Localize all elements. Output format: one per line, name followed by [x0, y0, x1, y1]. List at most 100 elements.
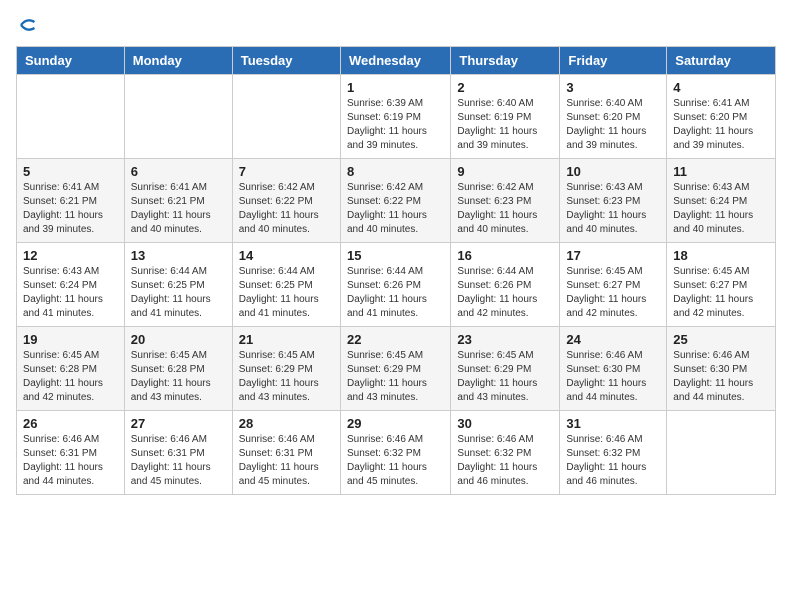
- day-info: Sunrise: 6:46 AM Sunset: 6:30 PM Dayligh…: [566, 349, 660, 405]
- day-info: Sunrise: 6:45 AM Sunset: 6:29 PM Dayligh…: [239, 349, 334, 405]
- day-info: Sunrise: 6:45 AM Sunset: 6:28 PM Dayligh…: [131, 349, 226, 405]
- logo: [16, 16, 36, 34]
- day-number: 3: [566, 80, 660, 95]
- calendar-cell: 23Sunrise: 6:45 AM Sunset: 6:29 PM Dayli…: [451, 327, 560, 411]
- calendar-day-header: Monday: [124, 47, 232, 75]
- calendar-cell: 3 Sunrise: 6:40 AM Sunset: 6:20 PM Daylig…: [560, 75, 667, 159]
- calendar-cell: 21 Sunrise: 6:45 AM Sunset: 6:29 PM Dayli…: [232, 327, 340, 411]
- day-info: Sunrise: 6:46 AM Sunset: 6:32 PM Dayligh…: [566, 433, 660, 489]
- day-info: Sunrise: 6:42 AM Sunset: 6:22 PM Dayligh…: [347, 181, 444, 237]
- calendar-cell: [232, 75, 340, 159]
- page-header: [16, 16, 776, 34]
- day-number: 12: [23, 248, 118, 263]
- calendar-day-header: Saturday: [667, 47, 776, 75]
- calendar-cell: 17 Sunrise: 6:45 AM Sunset: 6:27 PM Dayli…: [560, 243, 667, 327]
- calendar-cell: 1 Sunrise: 6:39 AM Sunset: 6:19 PM Daylig…: [340, 75, 450, 159]
- day-number: 22: [347, 332, 444, 347]
- calendar-cell: 31 Sunrise: 6:46 AM Sunset: 6:32 PM Dayli…: [560, 411, 667, 495]
- calendar-cell: 13 Sunrise: 6:44 AM Sunset: 6:25 PM Dayli…: [124, 243, 232, 327]
- logo-icon: [18, 16, 36, 34]
- day-info: Sunrise: 6:46 AM Sunset: 6:31 PM Dayligh…: [23, 433, 118, 489]
- calendar-header-row: SundayMondayTuesdayWednesdayThursdayFrid…: [17, 47, 776, 75]
- day-number: 21: [239, 332, 334, 347]
- calendar-day-header: Friday: [560, 47, 667, 75]
- calendar-cell: 2 Sunrise: 6:40 AM Sunset: 6:19 PM Daylig…: [451, 75, 560, 159]
- calendar-cell: 5Sunrise: 6:41 AM Sunset: 6:21 PM Daylig…: [17, 159, 125, 243]
- day-info: Sunrise: 6:43 AM Sunset: 6:23 PM Dayligh…: [566, 181, 660, 237]
- day-number: 24: [566, 332, 660, 347]
- day-number: 11: [673, 164, 769, 179]
- day-info: Sunrise: 6:41 AM Sunset: 6:21 PM Dayligh…: [131, 181, 226, 237]
- day-number: 25: [673, 332, 769, 347]
- calendar-week-row: 5Sunrise: 6:41 AM Sunset: 6:21 PM Daylig…: [17, 159, 776, 243]
- calendar-cell: 29Sunrise: 6:46 AM Sunset: 6:32 PM Dayli…: [340, 411, 450, 495]
- calendar-week-row: 26 Sunrise: 6:46 AM Sunset: 6:31 PM Dayli…: [17, 411, 776, 495]
- day-info: Sunrise: 6:44 AM Sunset: 6:26 PM Dayligh…: [457, 265, 553, 321]
- day-info: Sunrise: 6:39 AM Sunset: 6:19 PM Dayligh…: [347, 97, 444, 153]
- day-number: 28: [239, 416, 334, 431]
- calendar-cell: 4Sunrise: 6:41 AM Sunset: 6:20 PM Daylig…: [667, 75, 776, 159]
- day-number: 23: [457, 332, 553, 347]
- day-info: Sunrise: 6:44 AM Sunset: 6:25 PM Dayligh…: [239, 265, 334, 321]
- day-info: Sunrise: 6:45 AM Sunset: 6:29 PM Dayligh…: [347, 349, 444, 405]
- day-number: 2: [457, 80, 553, 95]
- day-info: Sunrise: 6:44 AM Sunset: 6:25 PM Dayligh…: [131, 265, 226, 321]
- calendar-cell: 28 Sunrise: 6:46 AM Sunset: 6:31 PM Dayli…: [232, 411, 340, 495]
- day-info: Sunrise: 6:42 AM Sunset: 6:23 PM Dayligh…: [457, 181, 553, 237]
- day-info: Sunrise: 6:40 AM Sunset: 6:19 PM Dayligh…: [457, 97, 553, 153]
- calendar-cell: 25 Sunrise: 6:46 AM Sunset: 6:30 PM Dayli…: [667, 327, 776, 411]
- day-info: Sunrise: 6:43 AM Sunset: 6:24 PM Dayligh…: [673, 181, 769, 237]
- calendar-cell: 11 Sunrise: 6:43 AM Sunset: 6:24 PM Dayli…: [667, 159, 776, 243]
- day-info: Sunrise: 6:46 AM Sunset: 6:31 PM Dayligh…: [131, 433, 226, 489]
- calendar-cell: 26 Sunrise: 6:46 AM Sunset: 6:31 PM Dayli…: [17, 411, 125, 495]
- calendar-table: SundayMondayTuesdayWednesdayThursdayFrid…: [16, 46, 776, 495]
- calendar-cell: [667, 411, 776, 495]
- day-number: 1: [347, 80, 444, 95]
- day-info: Sunrise: 6:44 AM Sunset: 6:26 PM Dayligh…: [347, 265, 444, 321]
- calendar-cell: 16 Sunrise: 6:44 AM Sunset: 6:26 PM Dayli…: [451, 243, 560, 327]
- day-info: Sunrise: 6:45 AM Sunset: 6:28 PM Dayligh…: [23, 349, 118, 405]
- day-number: 17: [566, 248, 660, 263]
- day-number: 19: [23, 332, 118, 347]
- day-info: Sunrise: 6:46 AM Sunset: 6:31 PM Dayligh…: [239, 433, 334, 489]
- calendar-day-header: Sunday: [17, 47, 125, 75]
- calendar-day-header: Tuesday: [232, 47, 340, 75]
- day-info: Sunrise: 6:40 AM Sunset: 6:20 PM Dayligh…: [566, 97, 660, 153]
- calendar-cell: [17, 75, 125, 159]
- day-number: 13: [131, 248, 226, 263]
- day-number: 27: [131, 416, 226, 431]
- day-info: Sunrise: 6:46 AM Sunset: 6:30 PM Dayligh…: [673, 349, 769, 405]
- calendar-cell: 19 Sunrise: 6:45 AM Sunset: 6:28 PM Dayli…: [17, 327, 125, 411]
- calendar-week-row: 12 Sunrise: 6:43 AM Sunset: 6:24 PM Dayli…: [17, 243, 776, 327]
- calendar-cell: [124, 75, 232, 159]
- day-number: 6: [131, 164, 226, 179]
- day-info: Sunrise: 6:43 AM Sunset: 6:24 PM Dayligh…: [23, 265, 118, 321]
- calendar-cell: 22 Sunrise: 6:45 AM Sunset: 6:29 PM Dayli…: [340, 327, 450, 411]
- calendar-cell: 6 Sunrise: 6:41 AM Sunset: 6:21 PM Daylig…: [124, 159, 232, 243]
- calendar-cell: 27 Sunrise: 6:46 AM Sunset: 6:31 PM Dayli…: [124, 411, 232, 495]
- day-number: 14: [239, 248, 334, 263]
- day-number: 15: [347, 248, 444, 263]
- calendar-day-header: Wednesday: [340, 47, 450, 75]
- day-info: Sunrise: 6:45 AM Sunset: 6:27 PM Dayligh…: [673, 265, 769, 321]
- calendar-day-header: Thursday: [451, 47, 560, 75]
- day-number: 26: [23, 416, 118, 431]
- day-number: 20: [131, 332, 226, 347]
- day-info: Sunrise: 6:41 AM Sunset: 6:21 PM Dayligh…: [23, 181, 118, 237]
- calendar-week-row: 1 Sunrise: 6:39 AM Sunset: 6:19 PM Daylig…: [17, 75, 776, 159]
- day-info: Sunrise: 6:45 AM Sunset: 6:27 PM Dayligh…: [566, 265, 660, 321]
- day-info: Sunrise: 6:46 AM Sunset: 6:32 PM Dayligh…: [457, 433, 553, 489]
- calendar-cell: 9 Sunrise: 6:42 AM Sunset: 6:23 PM Daylig…: [451, 159, 560, 243]
- calendar-cell: 15 Sunrise: 6:44 AM Sunset: 6:26 PM Dayli…: [340, 243, 450, 327]
- calendar-cell: 7Sunrise: 6:42 AM Sunset: 6:22 PM Daylig…: [232, 159, 340, 243]
- day-number: 29: [347, 416, 444, 431]
- day-number: 31: [566, 416, 660, 431]
- day-number: 30: [457, 416, 553, 431]
- day-number: 7: [239, 164, 334, 179]
- calendar-cell: 24 Sunrise: 6:46 AM Sunset: 6:30 PM Dayli…: [560, 327, 667, 411]
- day-number: 4: [673, 80, 769, 95]
- calendar-cell: 8Sunrise: 6:42 AM Sunset: 6:22 PM Daylig…: [340, 159, 450, 243]
- day-number: 16: [457, 248, 553, 263]
- calendar-cell: 30 Sunrise: 6:46 AM Sunset: 6:32 PM Dayli…: [451, 411, 560, 495]
- day-number: 9: [457, 164, 553, 179]
